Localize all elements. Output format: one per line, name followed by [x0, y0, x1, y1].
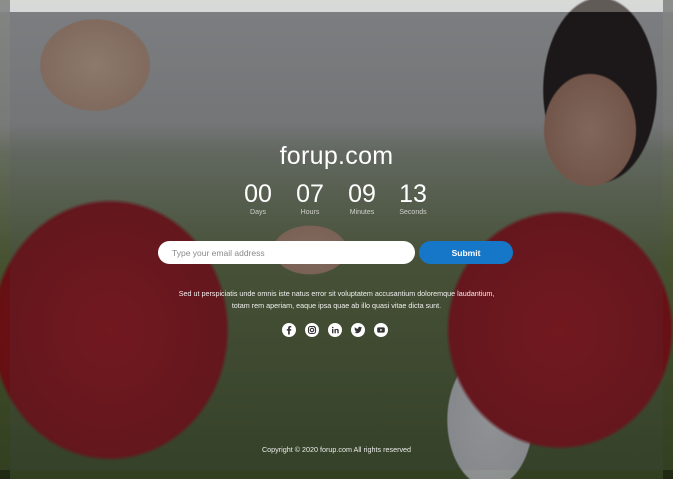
countdown-hours-value: 07 — [296, 180, 324, 208]
countdown-hours: 07 Hours — [284, 180, 336, 216]
youtube-icon[interactable] — [374, 323, 388, 337]
email-input[interactable] — [158, 241, 415, 264]
instagram-icon[interactable] — [305, 323, 319, 337]
site-title: forup.com — [279, 142, 394, 170]
countdown-seconds: 13 Seconds — [387, 180, 439, 216]
copyright-text: Copyright © 2020 forup.com All rights re… — [261, 445, 412, 454]
countdown-timer: 00 Days 07 Hours 09 Minutes 13 Seconds — [0, 180, 673, 224]
facebook-icon[interactable] — [282, 323, 296, 337]
countdown-seconds-value: 13 — [399, 180, 427, 208]
countdown-days-label: Days — [250, 209, 266, 216]
submit-button[interactable]: Submit — [419, 241, 513, 264]
countdown-minutes-value: 09 — [348, 180, 376, 208]
countdown-minutes-label: Minutes — [349, 209, 375, 216]
countdown-hours-label: Hours — [300, 209, 320, 216]
twitter-icon[interactable] — [351, 323, 365, 337]
countdown-seconds-label: Seconds — [399, 209, 427, 216]
countdown-days: 00 Days — [232, 180, 284, 216]
linkedin-icon[interactable] — [328, 323, 342, 337]
social-links — [0, 323, 673, 339]
description-text: Sed ut perspiciatis unde omnis iste natu… — [178, 289, 495, 310]
coming-soon-page: forup.com 00 Days 07 Hours 09 Minutes 13… — [0, 0, 673, 479]
countdown-minutes: 09 Minutes — [336, 180, 388, 216]
countdown-days-value: 00 — [244, 180, 272, 208]
